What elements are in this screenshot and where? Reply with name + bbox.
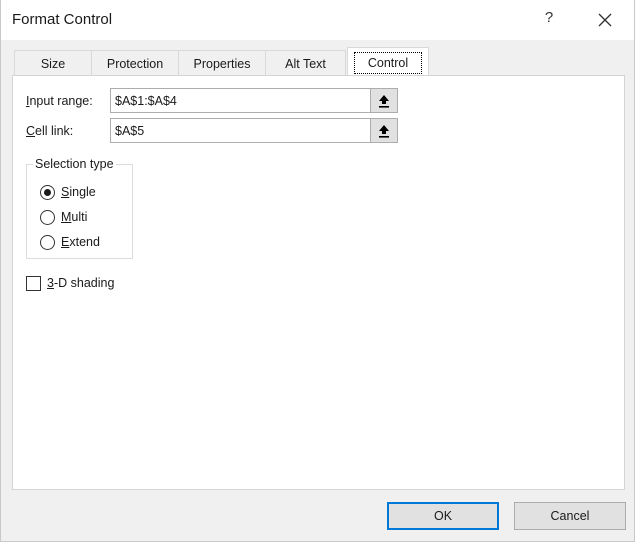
three-d-shading-checkbox-row[interactable]: 3-D shading bbox=[26, 274, 114, 292]
tab-alt-text-label: Alt Text bbox=[285, 57, 326, 71]
input-range-input[interactable] bbox=[115, 93, 365, 109]
tab-properties[interactable]: Properties bbox=[179, 50, 266, 76]
cell-link-field[interactable] bbox=[110, 118, 398, 143]
radio-single-text: ingle bbox=[69, 185, 96, 199]
radio-single-button[interactable] bbox=[40, 184, 55, 200]
radio-multi-accel: M bbox=[61, 210, 72, 224]
tab-control[interactable]: Control bbox=[347, 47, 429, 77]
ok-button[interactable]: OK bbox=[387, 502, 499, 530]
radio-multi-text: ulti bbox=[71, 210, 88, 224]
input-range-field[interactable] bbox=[110, 88, 398, 113]
tab-strip: Size Protection Properties Alt Text Cont… bbox=[14, 47, 434, 77]
input-range-label-text: nput range: bbox=[29, 94, 93, 108]
cell-link-label: Cell link: bbox=[26, 124, 73, 138]
three-d-shading-label: 3-D shading bbox=[47, 276, 114, 290]
tab-protection-label: Protection bbox=[106, 57, 164, 71]
cell-link-input[interactable] bbox=[115, 123, 365, 139]
three-d-shading-accel: 3 bbox=[47, 276, 54, 290]
selection-type-group: Selection type Single Multi Extend bbox=[26, 157, 133, 259]
input-range-collapse-button[interactable] bbox=[370, 89, 397, 112]
tab-protection[interactable]: Protection bbox=[92, 50, 179, 76]
cell-link-accel: C bbox=[26, 124, 36, 138]
radio-extend[interactable]: Extend bbox=[40, 233, 100, 251]
title-bar: Format Control ? bbox=[1, 0, 634, 40]
help-button[interactable]: ? bbox=[541, 9, 557, 29]
tab-size-label: Size bbox=[40, 57, 66, 71]
tab-alt-text[interactable]: Alt Text bbox=[266, 50, 346, 76]
radio-extend-label: Extend bbox=[61, 235, 100, 249]
close-icon bbox=[598, 13, 612, 27]
tab-size[interactable]: Size bbox=[14, 50, 92, 76]
three-d-shading-checkbox[interactable] bbox=[26, 275, 41, 291]
radio-multi-button[interactable] bbox=[40, 209, 55, 225]
cancel-button[interactable]: Cancel bbox=[514, 502, 626, 530]
radio-multi-label: Multi bbox=[61, 210, 87, 224]
collapse-dialog-icon bbox=[379, 94, 389, 108]
format-control-dialog: Format Control ? Size Protection Propert… bbox=[0, 0, 635, 542]
cell-link-label-text: ell link: bbox=[35, 124, 74, 138]
radio-single-label: Single bbox=[61, 185, 96, 199]
cell-link-collapse-button[interactable] bbox=[370, 119, 397, 142]
three-d-shading-text: -D shading bbox=[53, 276, 115, 290]
tab-control-label: Control bbox=[353, 52, 423, 74]
dialog-title: Format Control bbox=[12, 11, 113, 28]
radio-single[interactable]: Single bbox=[40, 183, 96, 201]
radio-extend-text: xtend bbox=[69, 235, 100, 249]
radio-extend-button[interactable] bbox=[40, 234, 55, 250]
selection-type-legend: Selection type bbox=[33, 157, 116, 171]
close-button[interactable] bbox=[595, 10, 615, 30]
collapse-dialog-icon bbox=[379, 124, 389, 138]
tab-properties-label: Properties bbox=[193, 57, 251, 71]
radio-multi[interactable]: Multi bbox=[40, 208, 87, 226]
input-range-label: Input range: bbox=[26, 94, 93, 108]
